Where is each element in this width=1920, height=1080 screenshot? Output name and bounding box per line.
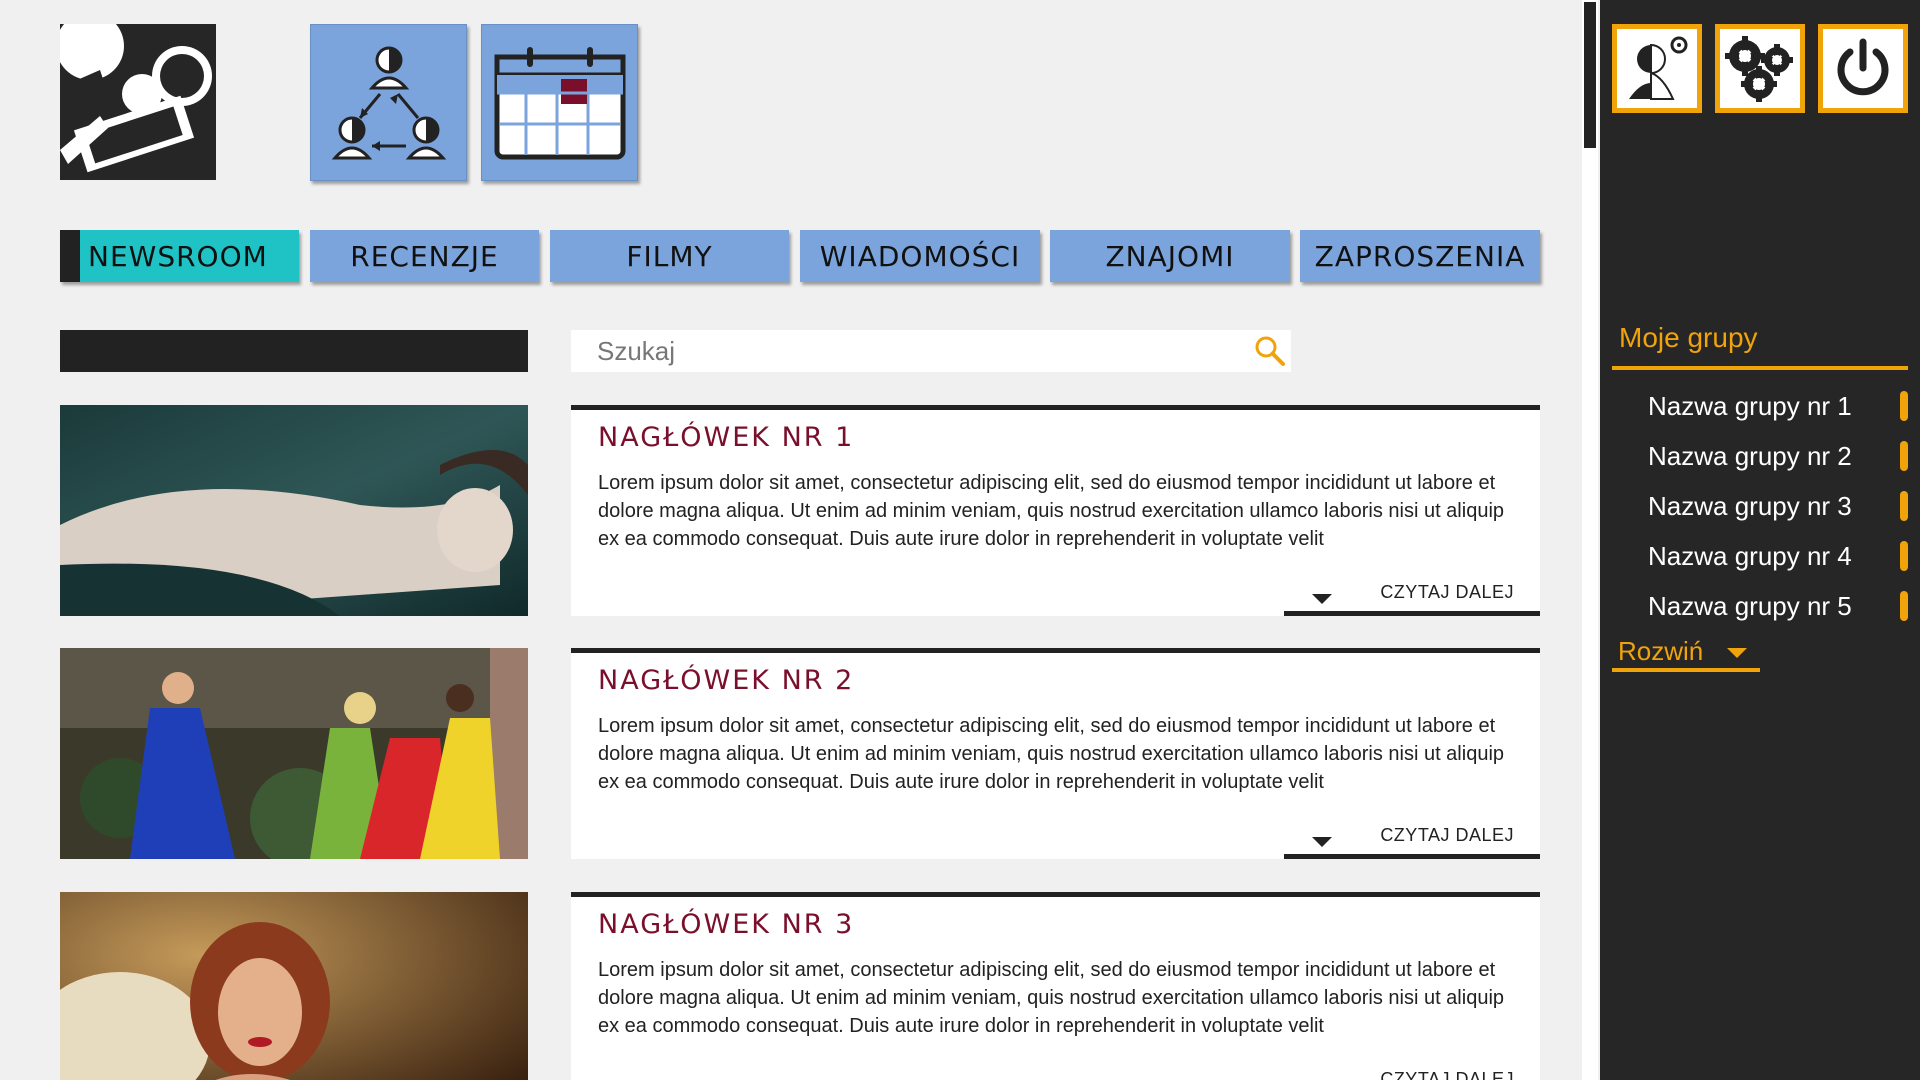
group-marker xyxy=(1900,391,1908,421)
groups-heading: Moje grupy xyxy=(1619,322,1758,353)
groups-divider xyxy=(1612,366,1908,370)
nav-wiadomosci-label: WIADOMOŚCI xyxy=(819,239,1021,273)
read-more-button[interactable]: CZYTAJ DALEJ xyxy=(1284,819,1540,859)
group-item[interactable]: Nazwa grupy nr 3 xyxy=(1612,487,1908,527)
article-excerpt: Lorem ipsum dolor sit amet, consectetur … xyxy=(598,715,1505,793)
nav-zaproszenia[interactable]: ZAPROSZENIA xyxy=(1300,230,1540,282)
article-title[interactable]: NAGŁÓWEK NR 1 xyxy=(598,422,854,453)
group-exchange-icon xyxy=(331,46,446,159)
group-name: Nazwa grupy nr 5 xyxy=(1648,591,1852,621)
calendar-tile[interactable] xyxy=(481,24,638,181)
power-button[interactable] xyxy=(1818,24,1908,113)
read-more-label: CZYTAJ DALEJ xyxy=(1380,1069,1514,1080)
expand-label: Rozwiń xyxy=(1618,636,1704,666)
nav-znajomi[interactable]: ZNAJOMI xyxy=(1050,230,1290,282)
chevron-down-icon xyxy=(1727,648,1747,658)
article-image[interactable] xyxy=(60,648,528,859)
nav-filmy[interactable]: FILMY xyxy=(550,230,789,282)
group-name: Nazwa grupy nr 1 xyxy=(1648,391,1852,421)
settings-icon xyxy=(1725,35,1793,102)
expand-groups-button[interactable]: Rozwiń xyxy=(1612,636,1760,672)
article-card: NAGŁÓWEK NR 2 Lorem ipsum dolor sit amet… xyxy=(571,648,1540,859)
group-marker xyxy=(1900,591,1908,621)
group-item[interactable]: Nazwa grupy nr 4 xyxy=(1612,537,1908,577)
group-exchange-tile[interactable] xyxy=(310,24,467,181)
nav-zaproszenia-label: ZAPROSZENIA xyxy=(1314,239,1526,273)
group-name: Nazwa grupy nr 4 xyxy=(1648,541,1852,571)
calendar-icon xyxy=(494,46,625,159)
read-more-button[interactable]: CZYTAJ DALEJ xyxy=(1284,1063,1540,1080)
logo-icon[interactable] xyxy=(60,24,216,180)
nav-newsroom-label: NEWSROOM xyxy=(88,239,268,273)
settings-button[interactable] xyxy=(1715,24,1805,113)
read-more-label: CZYTAJ DALEJ xyxy=(1380,582,1514,602)
search-input[interactable] xyxy=(571,331,1211,371)
group-item[interactable]: Nazwa grupy nr 2 xyxy=(1612,437,1908,477)
filter-bar[interactable] xyxy=(60,330,528,372)
article-title[interactable]: NAGŁÓWEK NR 3 xyxy=(598,909,854,940)
group-item[interactable]: Nazwa grupy nr 1 xyxy=(1612,387,1908,427)
read-more-button[interactable]: CZYTAJ DALEJ xyxy=(1284,576,1540,616)
article-card: NAGŁÓWEK NR 1 Lorem ipsum dolor sit amet… xyxy=(571,405,1540,616)
nav-recenzje[interactable]: RECENZJE xyxy=(310,230,539,282)
profile-settings-button[interactable] xyxy=(1612,24,1702,113)
article-title[interactable]: NAGŁÓWEK NR 2 xyxy=(598,665,854,696)
search-icon[interactable] xyxy=(1253,334,1287,368)
scrollbar-track[interactable] xyxy=(1582,0,1598,1080)
nav-recenzje-label: RECENZJE xyxy=(350,239,499,273)
article-card: NAGŁÓWEK NR 3 Lorem ipsum dolor sit amet… xyxy=(571,892,1540,1080)
article-image[interactable] xyxy=(60,405,528,616)
article-excerpt: Lorem ipsum dolor sit amet, consectetur … xyxy=(598,959,1505,1037)
article-image[interactable] xyxy=(60,892,528,1080)
power-icon xyxy=(1837,38,1889,95)
group-item[interactable]: Nazwa grupy nr 5 xyxy=(1612,587,1908,627)
read-more-label: CZYTAJ DALEJ xyxy=(1380,825,1514,845)
nav-newsroom[interactable]: NEWSROOM xyxy=(60,230,299,282)
search-box xyxy=(571,330,1291,372)
scrollbar-thumb[interactable] xyxy=(1584,2,1596,148)
group-name: Nazwa grupy nr 2 xyxy=(1648,441,1852,471)
article-excerpt: Lorem ipsum dolor sit amet, consectetur … xyxy=(598,472,1505,550)
group-marker xyxy=(1900,491,1908,521)
group-marker xyxy=(1900,541,1908,571)
nav-znajomi-label: ZNAJOMI xyxy=(1105,239,1235,273)
group-name: Nazwa grupy nr 3 xyxy=(1648,491,1852,521)
nav-filmy-label: FILMY xyxy=(626,239,713,273)
chevron-down-icon xyxy=(1312,594,1332,604)
chevron-down-icon xyxy=(1312,837,1332,847)
nav-wiadomosci[interactable]: WIADOMOŚCI xyxy=(800,230,1040,282)
profile-settings-icon xyxy=(1629,36,1688,100)
group-marker xyxy=(1900,441,1908,471)
